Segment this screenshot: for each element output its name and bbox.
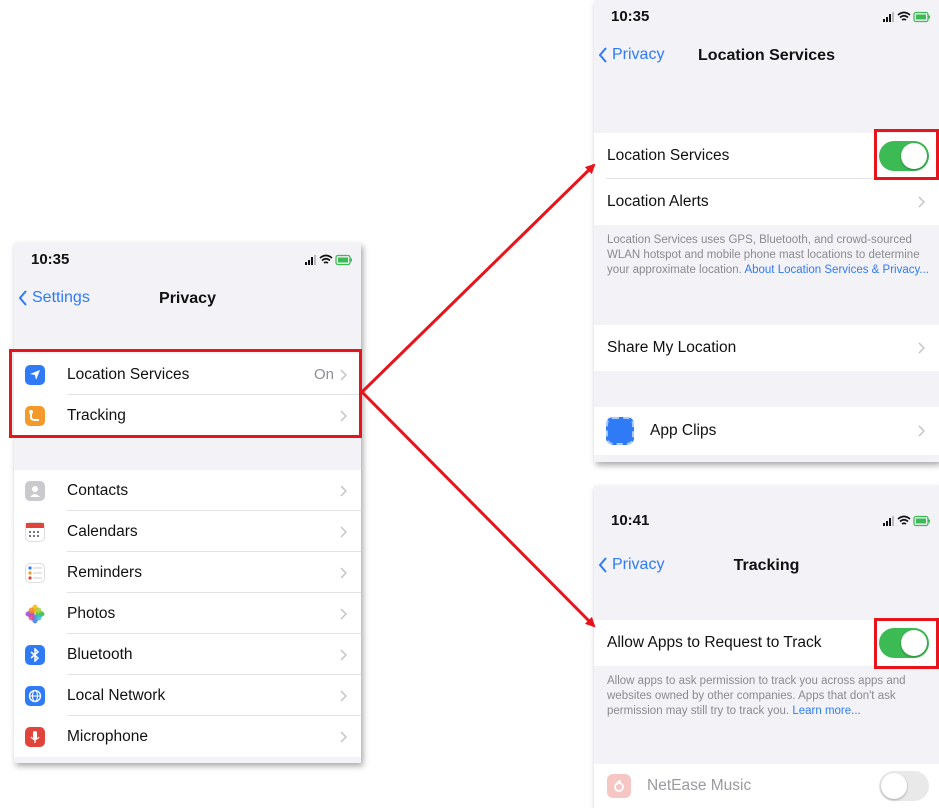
arrow-to-location-services (360, 163, 596, 394)
arrow-to-tracking (360, 390, 596, 628)
arrows-overlay (360, 163, 596, 628)
